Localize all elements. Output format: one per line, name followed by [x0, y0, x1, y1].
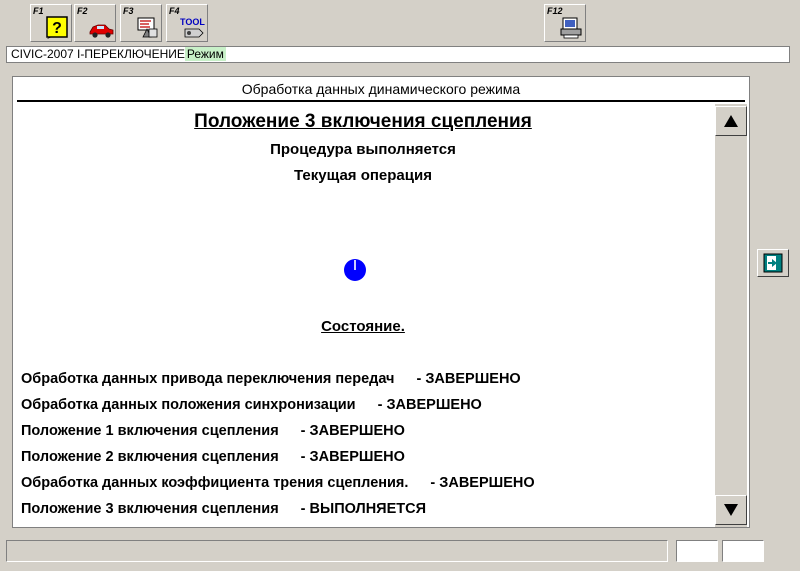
progress-spinner-icon	[344, 259, 366, 281]
status-row-name: Положение 1 включения сцепления	[21, 423, 279, 439]
f3-data-button[interactable]: F3	[120, 4, 162, 42]
f2-label: F2	[77, 6, 88, 16]
scroll-up-button[interactable]	[715, 106, 747, 136]
status-row-value: - ЗАВЕРШЕНО	[430, 475, 535, 491]
status-box-2	[722, 540, 764, 562]
print-icon	[560, 17, 582, 39]
vertical-scrollbar[interactable]	[715, 104, 747, 527]
panel-title: Обработка данных динамического режима	[241, 81, 521, 97]
status-row: Обработка данных положения синхронизации…	[21, 397, 482, 413]
scroll-down-button[interactable]	[715, 495, 747, 525]
title-divider	[17, 100, 745, 102]
svg-text:?: ?	[52, 20, 62, 37]
main-panel: Обработка данных динамического режима По…	[12, 76, 750, 528]
status-row-value: - ЗАВЕРШЕНО	[416, 371, 521, 387]
status-row: Положение 2 включения сцепления - ЗАВЕРШЕ…	[21, 449, 405, 465]
status-row-name: Обработка данных привода переключения пе…	[21, 371, 395, 387]
exit-door-icon	[763, 253, 783, 273]
status-message-area	[6, 540, 668, 562]
f4-tool-button[interactable]: F4 TOOL	[166, 4, 208, 42]
f1-label: F1	[33, 6, 44, 16]
data-icon	[137, 17, 158, 38]
status-row-name: Положение 3 включения сцепления	[21, 501, 279, 517]
toolbar: F1 ? F2 F3 F4 TOOL F12	[0, 0, 800, 46]
status-row: Положение 3 включения сцепления - ВЫПОЛНЯ…	[21, 501, 426, 517]
status-row: Обработка данных коэффициента трения сце…	[21, 475, 535, 491]
f2-vehicle-button[interactable]: F2	[74, 4, 116, 42]
state-label: Состояние.	[321, 318, 405, 335]
exit-button[interactable]	[757, 249, 789, 277]
tool-icon: TOOL	[180, 17, 205, 38]
f12-print-button[interactable]: F12	[544, 4, 586, 42]
status-row-name: Обработка данных положения синхронизации	[21, 397, 356, 413]
car-icon	[89, 24, 114, 38]
status-row-value: - ЗАВЕРШЕНО	[377, 397, 482, 413]
f1-help-button[interactable]: F1 ?	[30, 4, 72, 42]
f4-label: F4	[169, 6, 180, 16]
mode-label: Режим	[184, 47, 226, 61]
status-row: Обработка данных привода переключения пе…	[21, 371, 521, 387]
arrow-up-icon	[724, 115, 738, 127]
vehicle-model-label: CIVIC-2007 I-ПЕРЕКЛЮЧЕНИЕ	[11, 47, 185, 61]
content-area: Положение 3 включения сцепления Процедур…	[13, 103, 713, 527]
current-operation-label: Текущая операция	[294, 167, 432, 184]
status-bar	[6, 540, 796, 564]
arrow-down-icon	[724, 504, 738, 516]
status-row-value: - ЗАВЕРШЕНО	[300, 423, 405, 439]
status-row-name: Обработка данных коэффициента трения сце…	[21, 475, 409, 491]
status-row-value: - ЗАВЕРШЕНО	[300, 449, 405, 465]
status-row-name: Положение 2 включения сцепления	[21, 449, 279, 465]
status-row: Положение 1 включения сцепления - ЗАВЕРШЕ…	[21, 423, 405, 439]
status-box-1	[676, 540, 718, 562]
mode-bar: CIVIC-2007 I-ПЕРЕКЛЮЧЕНИЕ Режим	[6, 46, 790, 63]
f3-label: F3	[123, 6, 134, 16]
tool-icon-text: TOOL	[180, 17, 205, 27]
status-row-value: - ВЫПОЛНЯЕТСЯ	[300, 501, 427, 517]
procedure-status: Процедура выполняется	[270, 141, 456, 158]
help-icon: ?	[46, 16, 68, 39]
page-heading: Положение 3 включения сцепления	[194, 111, 532, 132]
